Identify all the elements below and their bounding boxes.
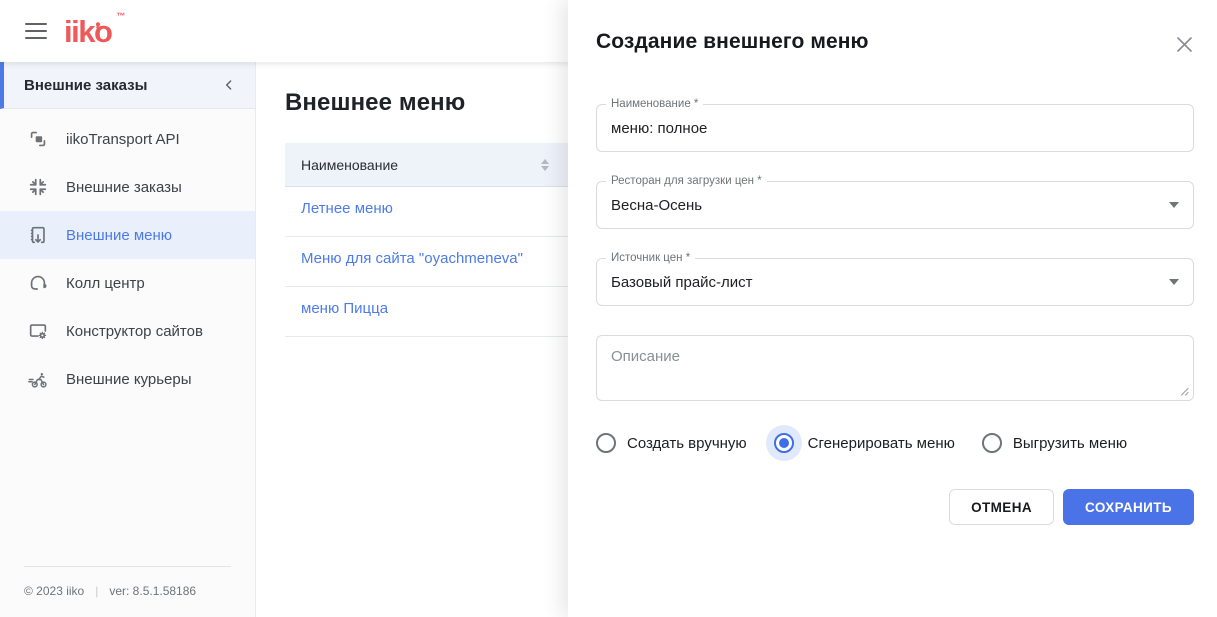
sidebar-item-label: Колл центр (66, 275, 145, 292)
copyright-text: © 2023 iiko (24, 584, 84, 598)
sidebar-item-label: iikoTransport API (66, 131, 180, 148)
radio-create-manually[interactable]: Создать вручную (596, 433, 747, 453)
sidebar-header[interactable]: Внешние заказы (0, 62, 255, 109)
headset-icon (26, 271, 50, 295)
sidebar-item-call-center[interactable]: Колл центр (0, 259, 255, 307)
caret-down-icon (1169, 279, 1179, 285)
description-textarea[interactable] (597, 336, 1193, 400)
menu-book-icon (26, 223, 50, 247)
modal-actions: ОТМЕНА СОХРАНИТЬ (596, 489, 1194, 525)
menu-link[interactable]: Летнее меню (301, 200, 393, 217)
sidebar-item-site-builder[interactable]: Конструктор сайтов (0, 307, 255, 355)
sidebar: Внешние заказы iikoTransport API (0, 62, 256, 617)
restaurant-select-label: Ресторан для загрузки цен * (606, 175, 767, 188)
close-icon[interactable] (1172, 32, 1196, 56)
sidebar-item-external-menus[interactable]: Внешние меню (0, 211, 255, 259)
name-field: Наименование * (596, 104, 1194, 152)
radio-label: Сгенерировать меню (808, 435, 955, 452)
radio-label: Создать вручную (627, 435, 747, 452)
sidebar-header-label: Внешние заказы (24, 77, 147, 94)
menu-link[interactable]: Меню для сайта "oyachmeneva" (301, 250, 523, 267)
radio-label: Выгрузить меню (1013, 435, 1127, 452)
sort-arrows-icon[interactable] (541, 159, 549, 171)
hamburger-menu-icon[interactable] (25, 23, 47, 39)
chevron-left-icon[interactable] (217, 73, 241, 97)
sidebar-footer: © 2023 iiko | ver: 8.5.1.58186 (0, 566, 255, 617)
logo-trademark: ™ (116, 12, 125, 21)
name-input[interactable] (597, 105, 1193, 151)
column-header-name: Наименование (301, 157, 398, 173)
sidebar-item-label: Конструктор сайтов (66, 323, 203, 340)
sidebar-item-label: Внешние заказы (66, 179, 182, 196)
courier-icon (26, 367, 50, 391)
iiko-logo: iiko ™ (64, 16, 125, 47)
modal-title: Создание внешнего меню (596, 30, 869, 54)
restaurant-select-value: Весна-Осень (611, 197, 702, 214)
caret-down-icon (1169, 202, 1179, 208)
price-source-select-value: Базовый прайс-лист (611, 274, 753, 291)
save-button[interactable]: СОХРАНИТЬ (1063, 489, 1194, 525)
sidebar-item-label: Внешние курьеры (66, 371, 192, 388)
cancel-button[interactable]: ОТМЕНА (949, 489, 1054, 525)
api-icon (26, 127, 50, 151)
sidebar-item-external-couriers[interactable]: Внешние курьеры (0, 355, 255, 403)
logo-text: iiko (64, 14, 111, 49)
site-builder-icon (26, 319, 50, 343)
chef-figure-icon (93, 7, 103, 38)
creation-mode-radio-group: Создать вручную Сгенерировать меню Выгру… (596, 425, 1194, 461)
sidebar-item-label: Внешние меню (66, 227, 172, 244)
description-field (596, 335, 1194, 401)
sidebar-item-iikotransport-api[interactable]: iikoTransport API (0, 115, 255, 163)
radio-generate-menu[interactable]: Сгенерировать меню (774, 433, 955, 453)
resize-handle-icon[interactable] (1179, 386, 1189, 396)
name-field-label: Наименование * (606, 98, 703, 111)
create-external-menu-modal: Создание внешнего меню Наименование * Ре… (568, 0, 1217, 617)
sidebar-item-external-orders[interactable]: Внешние заказы (0, 163, 255, 211)
price-source-select[interactable]: Источник цен * Базовый прайс-лист (596, 258, 1194, 306)
radio-circle-icon (982, 433, 1002, 453)
footer-separator: | (95, 584, 98, 598)
menu-link[interactable]: меню Пицца (301, 300, 388, 317)
price-source-select-label: Источник цен * (606, 252, 695, 265)
radio-circle-icon (596, 433, 616, 453)
footer-divider (24, 566, 231, 567)
radio-upload-menu[interactable]: Выгрузить меню (982, 433, 1127, 453)
sidebar-nav: iikoTransport API Внешние заказы (0, 109, 255, 403)
radio-circle-icon (774, 433, 794, 453)
restaurant-select[interactable]: Ресторан для загрузки цен * Весна-Осень (596, 181, 1194, 229)
compress-icon (26, 175, 50, 199)
version-text: ver: 8.5.1.58186 (109, 584, 196, 598)
app-root: iiko ™ Внешние заказы (0, 0, 1217, 617)
